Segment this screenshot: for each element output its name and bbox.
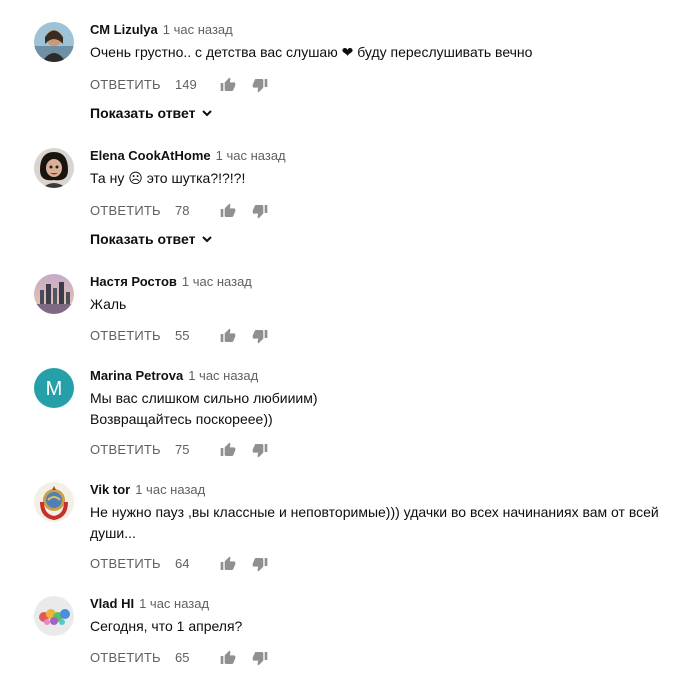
comment-text: Очень грустно.. с детства вас слушаю ❤ б… [90,42,680,63]
like-count: 149 [175,77,197,92]
comment-text-line: Возвращайтесь поскорееe)) [90,411,273,427]
comment-text: Та ну ☹ это шутка?!?!?! [90,168,680,189]
chevron-down-icon [201,230,213,250]
author-name[interactable]: Настя Ростов [90,274,177,289]
reply-button[interactable]: ОТВЕТИТЬ [90,440,161,460]
comment-text-line: Очень грустно.. с детства вас слушаю ❤ б… [90,44,533,60]
comment-time[interactable]: 1 час назад [216,148,286,163]
like-count: 64 [175,556,190,571]
comment-time[interactable]: 1 час назад [188,368,258,383]
comment-time[interactable]: 1 час назад [135,482,205,497]
comment-time[interactable]: 1 час назад [182,274,252,289]
author-name[interactable]: Vlad HI [90,596,134,611]
thumb-up-icon[interactable] [220,442,236,458]
comment-text-line: Сегодня, что 1 апреля? [90,618,243,634]
thumb-up-icon[interactable] [220,328,236,344]
reply-button[interactable]: ОТВЕТИТЬ [90,554,161,574]
avatar[interactable] [34,596,74,636]
comment-text-line: Та ну ☹ это шутка?!?!?! [90,170,246,186]
comment-text-line: Мы вас слишком сильно любииим) [90,390,318,406]
thumb-up-icon[interactable] [220,77,236,93]
reply-button[interactable]: ОТВЕТИТЬ [90,201,161,221]
comment-header: Elena CookAtHome 1 час назад [90,148,286,164]
author-name[interactable]: СМ Lizulya [90,22,158,37]
comment-time[interactable]: 1 час назад [163,22,233,37]
reply-button[interactable]: ОТВЕТИТЬ [90,648,161,668]
comment-header: СМ Lizulya 1 час назад [90,22,233,38]
comment-text: Не нужно пауз ,вы классные и неповторимы… [90,502,680,544]
show-replies-label: Показать ответ [90,231,196,247]
thumb-down-icon[interactable] [252,650,268,666]
thumb-down-icon[interactable] [252,203,268,219]
author-name[interactable]: Elena CookAtHome [90,148,211,163]
like-count: 75 [175,442,190,457]
avatar[interactable] [34,22,74,62]
avatar[interactable] [34,482,74,522]
thumb-up-icon[interactable] [220,203,236,219]
reply-button[interactable]: ОТВЕТИТЬ [90,326,161,346]
comment-text: Жаль [90,294,680,315]
show-replies-button[interactable]: Показать ответ [90,103,213,123]
avatar[interactable] [34,274,74,314]
reply-button[interactable]: ОТВЕТИТЬ [90,75,161,95]
comment-text: Мы вас слишком сильно любииим) Возвращай… [90,388,680,430]
comment-header: Marina Petrova 1 час назад [90,368,258,384]
avatar[interactable] [34,148,74,188]
avatar-letter: M [46,378,63,400]
thumb-down-icon[interactable] [252,442,268,458]
comment-text-line: Жаль [90,296,127,312]
show-replies-label: Показать ответ [90,105,196,121]
author-name[interactable]: Marina Petrova [90,368,183,383]
comment-text-line: Не нужно пауз ,вы классные и неповторимы… [90,504,659,520]
like-count: 78 [175,203,190,218]
author-name[interactable]: Vik tor [90,482,130,497]
comment-text-line: души... [90,525,136,541]
comment-time[interactable]: 1 час назад [139,596,209,611]
thumb-up-icon[interactable] [220,556,236,572]
thumb-down-icon[interactable] [252,77,268,93]
chevron-down-icon [201,104,213,124]
comment-header: Vik tor 1 час назад [90,482,205,498]
comment-header: Vlad HI 1 час назад [90,596,209,612]
thumb-down-icon[interactable] [252,328,268,344]
thumb-up-icon[interactable] [220,650,236,666]
avatar[interactable]: M [34,368,74,408]
comment-text: Сегодня, что 1 апреля? [90,616,680,637]
like-count: 55 [175,328,190,343]
show-replies-button[interactable]: Показать ответ [90,229,213,249]
like-count: 65 [175,650,190,665]
comment-header: Настя Ростов 1 час назад [90,274,252,290]
thumb-down-icon[interactable] [252,556,268,572]
